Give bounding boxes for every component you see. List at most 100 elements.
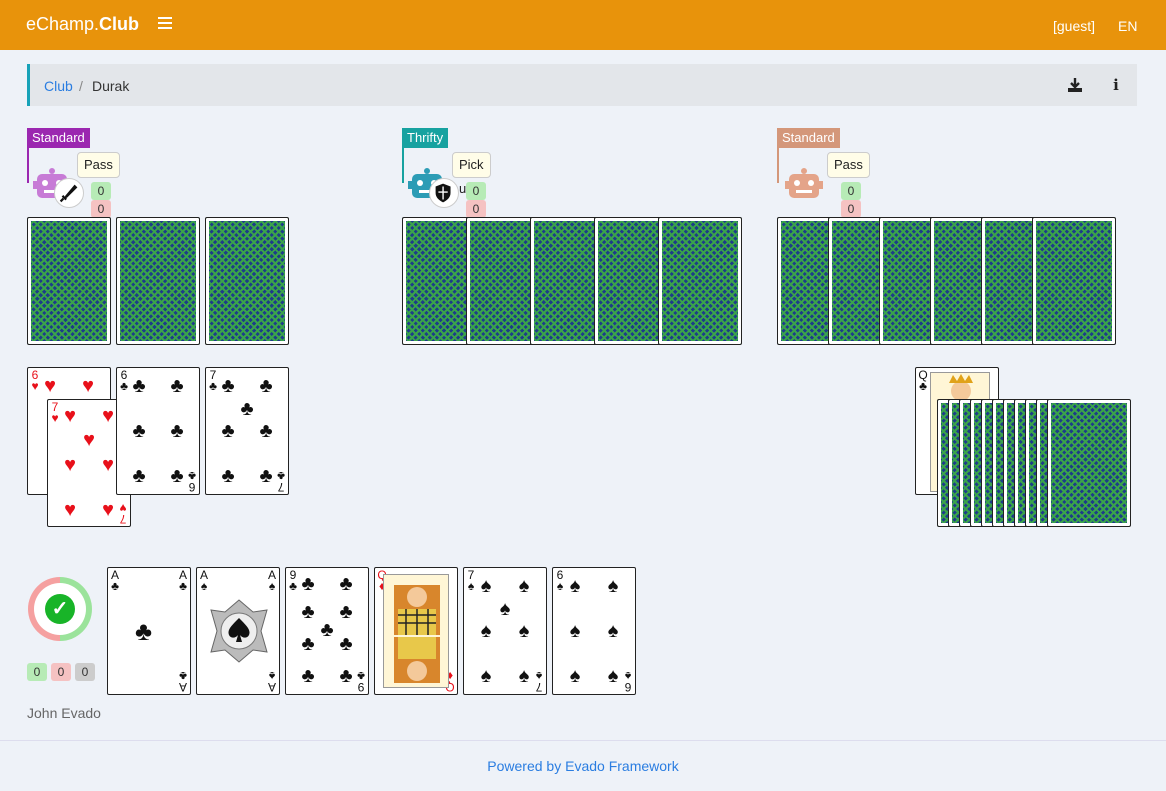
spade-icon: ♠ xyxy=(607,620,619,642)
card-back xyxy=(27,217,111,345)
card-rank: 7 ♥ xyxy=(119,501,127,526)
club-icon: ♣ xyxy=(259,420,273,442)
card-rank: 6 ♥ xyxy=(31,368,39,393)
heart-icon: ♥ xyxy=(64,499,76,521)
club-icon: ♣ xyxy=(221,375,235,397)
card-back xyxy=(205,217,289,345)
card-back xyxy=(658,217,742,345)
club-icon: ♣ xyxy=(170,420,184,442)
hand-card[interactable]: 6 ♠ 6 ♠ ♠ ♠ ♠ ♠ ♠ ♠ xyxy=(552,567,636,695)
spade-icon: ♠ xyxy=(607,665,619,687)
card-rank: 9 ♣ xyxy=(357,669,365,694)
club-icon: ♣ xyxy=(339,601,353,623)
heart-icon: ♥ xyxy=(44,375,56,397)
hand-card[interactable]: 9 ♣ 9 ♣ ♣ ♣ ♣ ♣ ♣ ♣ ♣ ♣ ♣ xyxy=(285,567,369,695)
club-icon: ♣ xyxy=(339,633,353,655)
info-icon[interactable]: i xyxy=(1111,76,1121,94)
club-icon: ♣ xyxy=(301,633,315,655)
hand-card[interactable]: A ♠ A ♠ A ♠ xyxy=(196,567,280,695)
breadcrumb-club-link[interactable]: Club xyxy=(44,78,73,94)
club-icon: ♣ xyxy=(259,465,273,487)
card-rank: 6 ♠ xyxy=(556,568,564,593)
club-icon: ♣ xyxy=(132,420,146,442)
spade-icon: ♠ xyxy=(518,665,530,687)
card-rank: 6 ♠ xyxy=(624,669,632,694)
club-icon: ♣ xyxy=(170,465,184,487)
status-inner: ✓ xyxy=(34,583,86,635)
card-rank: A ♠ xyxy=(267,568,276,593)
card-rank: A ♣ xyxy=(179,669,188,694)
language-switcher[interactable]: EN xyxy=(1118,18,1137,34)
card-rank: 7 ♠ xyxy=(467,568,475,593)
hand-card[interactable]: 7 ♠ 7 ♠ ♠ ♠ ♠ ♠ ♠ ♠ ♠ xyxy=(463,567,547,695)
club-icon: ♣ xyxy=(320,619,334,641)
losses-badge: 0 xyxy=(841,200,861,218)
shield-icon xyxy=(429,178,459,208)
heart-icon: ♥ xyxy=(102,405,114,427)
card-rank: 6 ♣ xyxy=(188,469,196,494)
ornate-spade-icon xyxy=(210,599,268,663)
club-icon: ♣ xyxy=(240,398,254,420)
wins-badge: 0 xyxy=(91,182,111,200)
breadcrumb-current: Durak xyxy=(92,78,130,94)
club-icon: ♣ xyxy=(301,573,315,595)
breadcrumb-separator: / xyxy=(79,78,83,94)
spade-icon: ♠ xyxy=(569,575,581,597)
spade-icon: ♠ xyxy=(480,665,492,687)
card-rank: 9 ♣ xyxy=(289,568,297,593)
hamburger-icon[interactable] xyxy=(158,17,172,31)
card-rank: A ♣ xyxy=(110,568,119,593)
player-name: John Evado xyxy=(27,705,101,721)
club-icon: ♣ xyxy=(170,375,184,397)
card-rank: 7 ♣ xyxy=(209,368,217,393)
card-rank: Q ♣ xyxy=(918,368,928,393)
brand-logo[interactable]: eChamp.Club xyxy=(26,14,139,35)
footer-link[interactable]: Powered by Evado Framework xyxy=(0,758,1166,774)
heart-icon: ♥ xyxy=(102,454,114,476)
card-rank: 7 ♣ xyxy=(277,469,285,494)
card-rank: 7 ♥ xyxy=(51,400,59,425)
spade-icon: ♠ xyxy=(607,575,619,597)
draws-badge: 0 xyxy=(75,663,95,681)
club-icon: ♣ xyxy=(301,665,315,687)
score-badges: 000 xyxy=(841,182,865,236)
download-icon[interactable] xyxy=(1067,77,1083,93)
heart-icon: ♥ xyxy=(83,429,95,451)
wins-badge: 0 xyxy=(841,182,861,200)
club-icon: ♣ xyxy=(221,420,235,442)
club-icon: ♣ xyxy=(135,616,153,646)
hand-card[interactable]: Q ♦ Q ♦ xyxy=(374,567,458,695)
deck-card xyxy=(1047,399,1131,527)
heart-icon: ♥ xyxy=(64,454,76,476)
spade-icon: ♠ xyxy=(480,575,492,597)
action-bubble: Pass xyxy=(77,152,120,178)
spade-icon: ♠ xyxy=(518,620,530,642)
hand-card[interactable]: A ♣ A ♣ A ♣ ♣ xyxy=(107,567,191,695)
losses-badge: 0 xyxy=(466,200,486,218)
club-icon: ♣ xyxy=(132,375,146,397)
action-bubble: Pick up xyxy=(452,152,491,196)
spade-icon: ♠ xyxy=(480,620,492,642)
card-rank: 6 ♣ xyxy=(120,368,128,393)
sword-icon xyxy=(54,178,84,208)
spade-icon: ♠ xyxy=(569,620,581,642)
heart-icon: ♥ xyxy=(82,375,94,397)
club-icon: ♣ xyxy=(339,665,353,687)
spade-icon: ♠ xyxy=(518,575,530,597)
card-back xyxy=(116,217,200,345)
top-navbar: eChamp.Club [guest] EN xyxy=(0,0,1166,50)
score-badges: 000 xyxy=(91,182,115,236)
card-rank: A ♣ xyxy=(178,568,187,593)
player-type-tag: Standard xyxy=(27,128,90,148)
table-card: 7 ♣ 7 ♣ ♣ ♣ ♣ ♣ ♣ ♣ ♣ xyxy=(205,367,289,495)
robot-icon xyxy=(785,168,823,198)
queen-portrait xyxy=(383,574,449,688)
turn-status-ring: ✓ xyxy=(28,577,92,641)
footer-divider xyxy=(0,740,1166,741)
user-menu[interactable]: [guest] xyxy=(1053,18,1095,34)
check-icon[interactable]: ✓ xyxy=(45,594,75,624)
club-icon: ♣ xyxy=(301,601,315,623)
spade-icon: ♠ xyxy=(499,598,511,620)
action-bubble: Pass xyxy=(827,152,870,178)
card-rank: A ♠ xyxy=(199,568,208,593)
